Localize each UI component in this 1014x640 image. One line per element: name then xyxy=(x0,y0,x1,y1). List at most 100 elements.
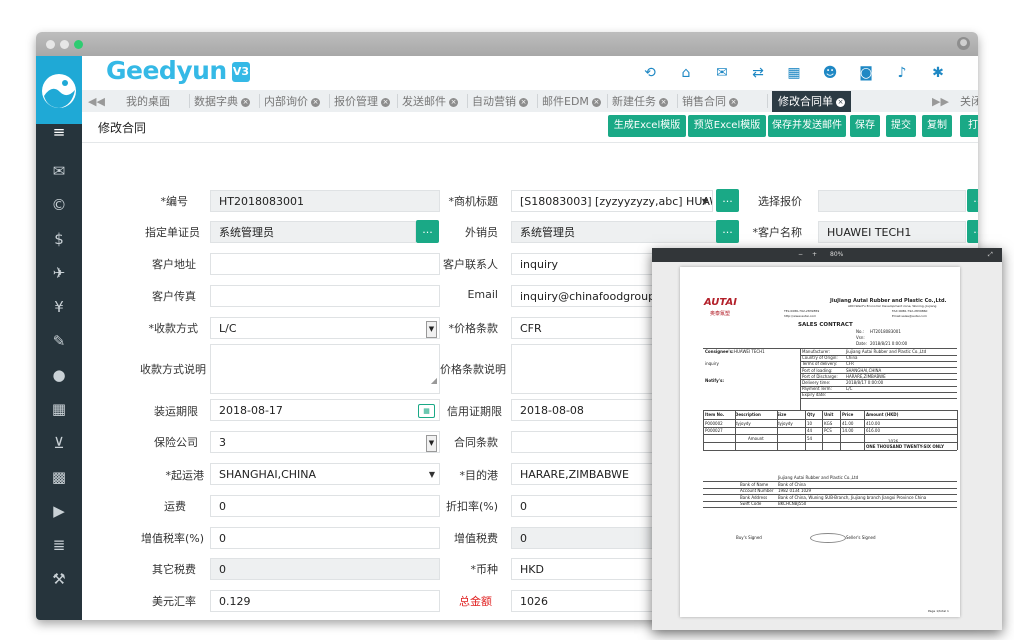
tab-close-icon[interactable]: × xyxy=(241,98,250,107)
close-dot[interactable] xyxy=(46,40,55,49)
tab-close-icon[interactable]: × xyxy=(519,98,528,107)
pdf-rule xyxy=(703,507,957,514)
play-icon[interactable]: ▶ xyxy=(36,496,82,526)
zoom-in-button[interactable]: + xyxy=(812,248,817,262)
copyright-icon[interactable]: © xyxy=(36,190,82,220)
qita_shuifei-field[interactable]: 0 xyxy=(210,558,440,580)
tab-close-icon[interactable]: × xyxy=(311,98,320,107)
kehu_mingcheng-field[interactable]: HUAWEI TECH1 xyxy=(818,221,966,243)
home-icon[interactable]: ⌂ xyxy=(676,63,696,83)
tab-next-button[interactable]: ▶▶ xyxy=(932,91,949,112)
pdf-rule xyxy=(703,450,957,457)
refresh-icon[interactable]: ⟲ xyxy=(640,63,660,83)
kehu_chuanzhen-field[interactable] xyxy=(210,285,440,307)
generate-excel-template-button[interactable]: 生成Excel模版 xyxy=(608,115,686,137)
tab-6[interactable]: 邮件EDM × xyxy=(542,91,601,112)
bianhao-field[interactable]: HT2018083001 xyxy=(210,190,440,212)
waixiao-field[interactable]: 系统管理员 xyxy=(511,221,717,243)
save-button[interactable]: 保存 xyxy=(850,115,880,137)
quote-browse-button[interactable]: ... xyxy=(967,189,978,212)
rss-icon[interactable]: ◙ xyxy=(856,63,876,83)
tab-0[interactable]: 我的桌面 xyxy=(126,91,170,112)
tab-1[interactable]: 数据字典 × xyxy=(194,91,250,112)
dollar-icon[interactable]: $ xyxy=(36,224,82,254)
tab-separator xyxy=(259,94,260,108)
zengzhi_shuilv-field[interactable]: 0 xyxy=(210,527,440,549)
tab-9[interactable]: 修改合同单 × xyxy=(772,91,851,112)
pdf-vline xyxy=(703,410,704,450)
envelope-icon[interactable]: ✉ xyxy=(712,63,732,83)
minimize-dot[interactable] xyxy=(60,40,69,49)
user-circle-icon[interactable]: ● xyxy=(957,37,970,50)
tab-close-icon[interactable]: × xyxy=(659,98,668,107)
yen-icon[interactable]: ¥ xyxy=(36,292,82,322)
calendar-icon[interactable]: ▦ xyxy=(784,63,804,83)
tab-close-icon[interactable]: × xyxy=(381,98,390,107)
mail-icon[interactable]: ✉ xyxy=(36,156,82,186)
gear-icon[interactable]: ✱ xyxy=(928,63,948,83)
user-icon[interactable]: ● xyxy=(36,360,82,390)
zhiding-label: 指定单证员 xyxy=(145,226,200,239)
tab-5[interactable]: 自动营销 × xyxy=(472,91,528,112)
copy-button[interactable]: 复制 xyxy=(922,115,952,137)
pdf-bank-value: Bank of China xyxy=(778,481,806,487)
qiyungang-field[interactable]: SHANGHAI,CHINA ▼ xyxy=(210,463,440,485)
pdf-rule xyxy=(800,398,957,405)
tab-close-icon[interactable]: × xyxy=(449,98,458,107)
shangji-field[interactable]: [S18083003] [zyzyyzyzy,abc] HUAWEI ▼ xyxy=(511,190,713,212)
pdf-vsn-label: Vsn: xyxy=(856,335,865,340)
tab-2[interactable]: 内部询价 × xyxy=(264,91,320,112)
grid-icon[interactable]: ▩ xyxy=(36,462,82,492)
baoxian-field[interactable]: 3 ▼ xyxy=(210,431,440,453)
zengzhi_shuilv-value: 0 xyxy=(219,532,226,545)
shoukuan-field[interactable]: L/C ▼ xyxy=(210,317,440,339)
email-label: Email xyxy=(467,288,498,301)
print-button[interactable]: 打印 xyxy=(960,115,978,137)
zhiding-value: 系统管理员 xyxy=(219,226,274,239)
map-icon[interactable]: ▦ xyxy=(36,394,82,424)
tab-close-icon[interactable]: × xyxy=(591,98,601,107)
tab-8[interactable]: 销售合同 × xyxy=(682,91,738,112)
sidebar: ≡ ✉ © $ ✈ ¥ ✎ ● ▦ ⊻ ▩ ▶ ≣ ⚒ xyxy=(36,56,82,620)
zoom-level[interactable]: 80% xyxy=(830,248,843,262)
customer-browse-button[interactable]: ... xyxy=(967,220,978,243)
tab-3[interactable]: 报价管理 × xyxy=(334,91,390,112)
save-and-send-email-button[interactable]: 保存并发送邮件 xyxy=(768,115,846,137)
cart-icon[interactable]: ⊻ xyxy=(36,428,82,458)
yunfei-field[interactable]: 0 xyxy=(210,495,440,517)
exchange-icon[interactable]: ⇄ xyxy=(748,63,768,83)
menu-icon[interactable]: ≡ xyxy=(36,124,82,140)
zhiding-field[interactable]: 系统管理员 xyxy=(210,221,416,243)
mudigang-label: 目的港 xyxy=(422,467,498,483)
zhuangyun-field[interactable]: 2018-08-17 ▦ xyxy=(210,399,440,421)
qita_shuifei-value: 0 xyxy=(219,563,226,576)
zengzhi_shuifei-value: 0 xyxy=(520,532,527,545)
meiyuan_huilv-field[interactable]: 0.129 xyxy=(210,590,440,612)
tab-prev-button[interactable]: ◀◀ xyxy=(88,91,105,112)
database-icon[interactable]: ≣ xyxy=(36,530,82,560)
kehu_dizhi-field[interactable] xyxy=(210,253,440,275)
edit-icon[interactable]: ✎ xyxy=(36,326,82,356)
plane-icon[interactable]: ✈ xyxy=(36,258,82,288)
tab-4[interactable]: 发送邮件 × xyxy=(402,91,458,112)
pdf-amount-label: Amount xyxy=(748,436,764,441)
tab-label: 我的桌面 xyxy=(126,95,170,108)
tab-separator xyxy=(329,94,330,108)
submit-button[interactable]: 提交 xyxy=(886,115,916,137)
maximize-dot[interactable] xyxy=(74,40,83,49)
tab-7[interactable]: 新建任务 × xyxy=(612,91,668,112)
bell-icon[interactable]: ♪ xyxy=(892,63,912,83)
close-operations-menu[interactable]: 关闭操作 ▾ xyxy=(960,91,978,112)
tab-close-icon[interactable]: × xyxy=(729,98,738,107)
zoom-out-button[interactable]: − xyxy=(798,248,803,262)
xuanze_baojia-field[interactable] xyxy=(818,190,966,212)
fit-page-icon[interactable]: ⤢ xyxy=(988,248,993,262)
preview-excel-template-button[interactable]: 预览Excel模版 xyxy=(688,115,766,137)
tab-close-icon[interactable]: × xyxy=(836,98,845,107)
shoukuan_shuoming-field[interactable]: ◢ xyxy=(210,344,440,394)
zengzhi_shuifei-label: 增值税费 xyxy=(454,532,498,545)
dropdown-arrow-icon[interactable]: ▼ xyxy=(702,191,708,211)
shangji-value: [S18083003] [zyzyyzyzy,abc] HUAWEI xyxy=(520,195,713,208)
gavel-icon[interactable]: ⚒ xyxy=(36,564,82,594)
users-icon[interactable]: ☻ xyxy=(820,63,840,83)
